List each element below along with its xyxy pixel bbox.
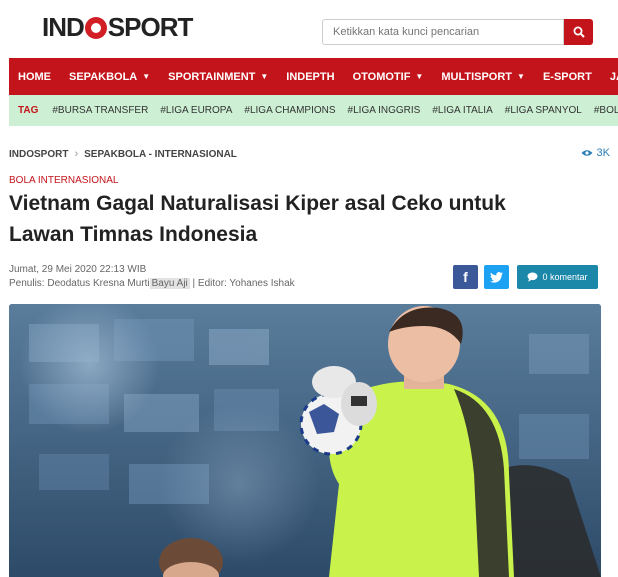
tag-link[interactable]: #BOLA INTERNASIONAL [594,105,618,116]
comment-icon [527,272,538,282]
twitter-icon [490,271,503,283]
logo-text-right: SPORT [107,11,194,42]
site-header: IND SPORT [9,0,618,58]
nav-label: OTOMOTIF [352,70,411,83]
tag-link[interactable]: #LIGA ITALIA [432,105,504,116]
nav-label: JADWA [609,70,618,83]
site-logo[interactable]: IND SPORT [42,11,194,42]
caret-down-icon: ▼ [415,72,424,81]
tag-link[interactable]: #LIGA INGGRIS [348,105,433,116]
facebook-icon: f [463,269,468,285]
nav-label: MULTISPORT [441,70,513,83]
editor-name: | Editor: Yohanes Ishak [192,278,295,289]
comment-count: 0 komentar [542,272,588,282]
share-facebook-button[interactable]: f [453,265,478,289]
caret-down-icon: ▼ [260,72,269,81]
tag-link[interactable]: #LIGA SPANYOL [505,105,594,116]
writer-name: Penulis: Deodatus Kresna Murti [9,278,150,289]
chevron-right-icon: › [74,148,79,160]
tag-link[interactable]: #LIGA CHAMPIONS [244,105,347,116]
article-meta: Jumat, 29 Mei 2020 22:13 WIB Penulis: De… [9,263,295,291]
nav-item-home[interactable]: HOME [9,58,60,95]
nav-item-otomotif[interactable]: OTOMOTIF ▼ [344,58,433,95]
goalkeeper-photo [9,304,601,577]
tag-label: TAG [18,105,39,116]
nav-item-jadwal[interactable]: JADWA [601,58,618,95]
logo-text-left: IND [42,11,85,42]
page: IND SPORT HOME SEPAKBOLA ▼ SPORTAINMENT ▼ I… [9,0,618,577]
article-credits: Penulis: Deodatus Kresna Murti Bayu Aji |… [9,277,295,291]
tag-link[interactable]: #BURSA TRANSFER [52,105,160,116]
nav-label: INDEPTH [286,70,335,83]
tag-link[interactable]: #LIGA EUROPA [160,105,244,116]
share-twitter-button[interactable] [484,265,509,289]
nav-label: HOME [18,70,51,83]
search-input[interactable] [322,19,564,45]
view-count-value: 3K [596,147,610,159]
caret-down-icon: ▼ [142,72,151,81]
nav-label: SEPAKBOLA [69,70,138,83]
breadcrumb-home[interactable]: INDOSPORT [9,149,68,160]
article-category[interactable]: BOLA INTERNASIONAL [9,175,118,186]
nav-item-indepth[interactable]: INDEPTH [277,58,343,95]
main-nav: HOME SEPAKBOLA ▼ SPORTAINMENT ▼ INDEPTH OT… [9,58,618,95]
comment-button[interactable]: 0 komentar [517,265,598,289]
article-hero-image [9,304,601,577]
search-icon [573,26,585,38]
breadcrumb: INDOSPORT › SEPAKBOLA - INTERNASIONAL [9,148,237,160]
writer-highlight: Bayu Aji [149,278,190,289]
nav-item-sportainment[interactable]: SPORTAINMENT ▼ [159,58,277,95]
caret-down-icon: ▼ [517,72,525,81]
logo-ball-icon [84,17,107,39]
tag-bar: TAG #BURSA TRANSFER #LIGA EUROPA #LIGA C… [9,95,618,126]
article-title: Vietnam Gagal Naturalisasi Kiper asal Ce… [9,188,609,250]
search-button[interactable] [564,19,593,45]
breadcrumb-section[interactable]: SEPAKBOLA - INTERNASIONAL [84,149,237,160]
view-count: 3K [581,147,610,159]
article-date: Jumat, 29 Mei 2020 22:13 WIB [9,264,147,275]
nav-label: SPORTAINMENT [168,70,256,83]
nav-label: E-SPORT [542,70,592,83]
nav-item-esport[interactable]: E-SPORT [534,58,601,95]
nav-item-sepakbola[interactable]: SEPAKBOLA ▼ [60,58,159,95]
eye-icon [581,150,593,156]
nav-item-multisport[interactable]: MULTISPORT ▼ [432,58,534,95]
article-title-line1: Vietnam Gagal Naturalisasi Kiper asal Ce… [9,192,506,215]
article-title-line2: Lawan Timnas Indonesia [9,223,258,246]
